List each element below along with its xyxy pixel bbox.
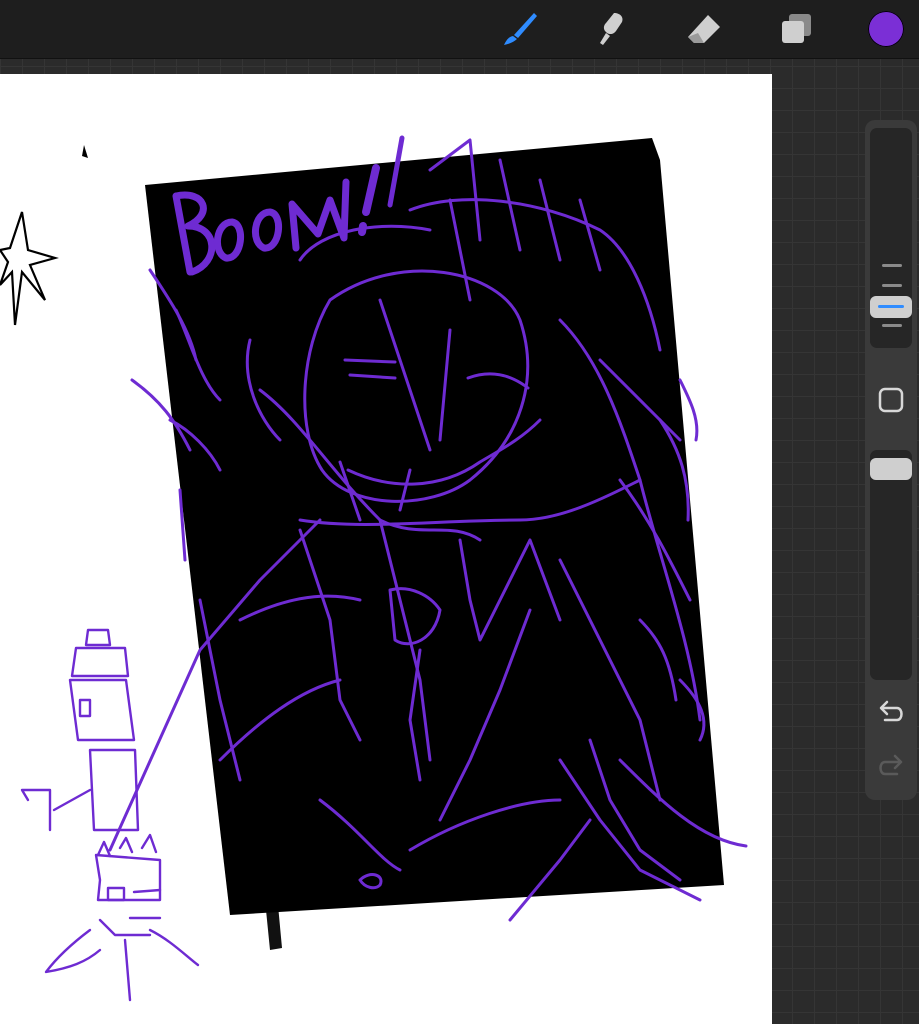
brush-size-slider[interactable] (870, 128, 912, 348)
robot-sketch (20, 628, 200, 1002)
smudge-icon[interactable] (592, 9, 632, 49)
brush-icon[interactable] (500, 9, 540, 49)
eraser-icon[interactable] (684, 9, 724, 49)
size-indicator (878, 305, 904, 308)
brush-sidebar (865, 120, 917, 800)
starburst-sketch (0, 211, 59, 326)
sketch-artwork (0, 135, 748, 1002)
top-toolbar (0, 0, 919, 59)
layers-icon[interactable] (776, 9, 816, 49)
size-tick (882, 264, 902, 267)
drawing-canvas[interactable] (0, 74, 772, 1024)
size-tick (882, 324, 902, 327)
redo-icon[interactable] (873, 748, 909, 784)
square-modify-icon[interactable] (873, 382, 909, 418)
brush-opacity-thumb[interactable] (870, 458, 912, 480)
color-swatch[interactable] (868, 11, 904, 47)
brush-size-thumb[interactable] (870, 296, 912, 318)
size-tick (882, 284, 902, 287)
brush-opacity-slider[interactable] (870, 450, 912, 680)
undo-icon[interactable] (873, 694, 909, 730)
